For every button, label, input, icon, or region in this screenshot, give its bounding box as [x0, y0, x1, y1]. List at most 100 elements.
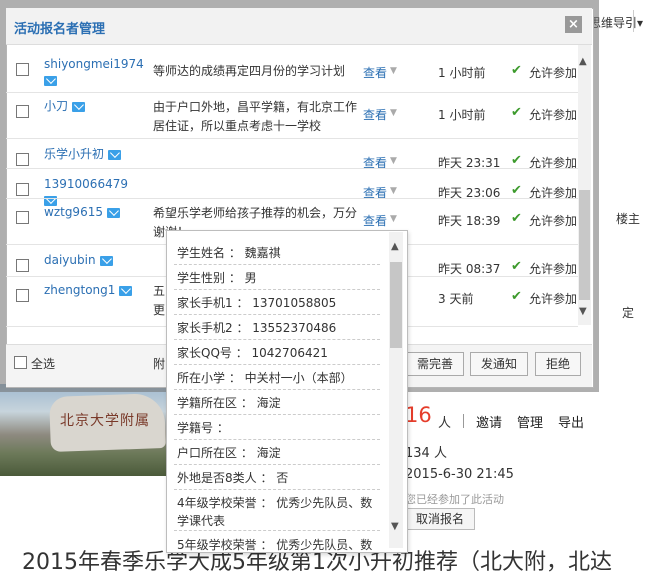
student-info-field: 5年级学校荣誉 ： 优秀少先队员、数 [177, 538, 373, 552]
participant-name-text[interactable]: wztg9615 [44, 205, 103, 219]
student-info-field: 家长手机2 ： 13552370486 [177, 321, 337, 335]
participant-name[interactable]: 乐学小升初 [44, 146, 144, 162]
manage-link[interactable]: 管理 [517, 412, 543, 431]
check-icon: ✔ [511, 63, 522, 78]
participant-name-text[interactable]: zhengtong1 [44, 283, 115, 297]
row-divider [6, 92, 578, 93]
participant-name-text[interactable]: 乐学小升初 [44, 147, 104, 161]
participant-name[interactable]: daiyubin [44, 252, 144, 268]
popup-scroll-up-icon[interactable]: ▲ [391, 241, 399, 252]
scroll-down-icon[interactable]: ▼ [579, 306, 587, 317]
select-all-checkbox[interactable] [14, 356, 27, 369]
mail-icon[interactable] [108, 149, 122, 160]
joined-note: 您已经参加了此活动 [405, 493, 504, 506]
list-scrollbar-thumb[interactable] [579, 190, 590, 300]
participant-name[interactable]: 小刀 [44, 98, 144, 114]
thread-owner-label: 楼主 [616, 212, 641, 226]
signup-count: 16 [405, 403, 432, 427]
view-count: 134 人 [405, 446, 447, 461]
row-checkbox[interactable] [16, 211, 29, 224]
chevron-down-icon[interactable]: ▼ [390, 108, 397, 118]
invite-link[interactable]: 邀请 [476, 412, 502, 431]
check-icon: ✔ [511, 211, 522, 226]
participant-name-text[interactable]: shiyongmei1974 [44, 57, 144, 71]
registration-time: 昨天 18:39 [438, 214, 501, 228]
row-divider [6, 198, 578, 199]
registration-note: 由于户口外地，昌平学籍，有北京工作居住证，所以重点考虑十一学校 [153, 100, 358, 133]
event-date: 2015-6-30 21:45 [405, 467, 514, 482]
send-notice-button[interactable]: 发通知 [470, 352, 528, 376]
field-divider [174, 289, 380, 291]
need-complete-button[interactable]: 需完善 [406, 352, 464, 376]
field-divider [174, 364, 380, 366]
student-info-field: 学籍所在区 ： 海淀 [177, 396, 281, 410]
field-divider [174, 439, 380, 441]
field-divider [174, 464, 380, 466]
field-divider [174, 530, 380, 532]
student-info-field: 学生姓名 ： 魏嘉祺 [177, 246, 281, 260]
row-checkbox[interactable] [16, 183, 29, 196]
registration-note: 等师达的成绩再定四月份的学习计划 [153, 64, 346, 78]
separator [463, 414, 464, 428]
chevron-down-icon[interactable]: ▼ [390, 186, 397, 196]
participant-name[interactable]: zhengtong1 [44, 282, 144, 298]
field-divider [174, 389, 380, 391]
close-icon[interactable]: × [565, 16, 582, 33]
check-icon: ✔ [511, 259, 522, 274]
student-info-field: 4年级学校荣誉 ： 优秀少先队员、数学课代表 [177, 496, 373, 528]
export-link[interactable]: 导出 [558, 412, 584, 431]
popup-scroll-down-icon[interactable]: ▼ [391, 521, 399, 532]
participant-name[interactable]: shiyongmei1974 [44, 56, 144, 88]
field-divider [174, 414, 380, 416]
chevron-down-icon[interactable]: ▼ [390, 66, 397, 76]
mail-icon[interactable] [44, 75, 57, 86]
photo-rock-inscription: 北京大学附属 [60, 413, 150, 429]
participant-name-text[interactable]: 13910066479 [44, 177, 128, 191]
row-checkbox[interactable] [16, 105, 29, 118]
mail-icon[interactable] [119, 285, 133, 296]
truncated-text: 定 [622, 306, 635, 320]
field-divider [174, 339, 380, 341]
signup-count-unit: 人 [438, 416, 452, 431]
dialog-title: 活动报名者管理 [14, 22, 106, 37]
reject-button[interactable]: 拒绝 [535, 352, 581, 376]
footer-truncated-label: 附 [153, 357, 166, 371]
view-link[interactable]: 查看 [363, 106, 387, 123]
chevron-down-icon[interactable]: ▼ [390, 214, 397, 224]
cancel-signup-button[interactable]: 取消报名 [405, 508, 475, 530]
mail-icon[interactable] [106, 207, 120, 218]
mail-icon[interactable] [72, 101, 86, 112]
row-checkbox[interactable] [16, 153, 29, 166]
row-divider [6, 138, 578, 139]
registration-time: 昨天 08:37 [438, 262, 501, 276]
check-icon: ✔ [511, 105, 522, 120]
student-info-field: 学生性别 ： 男 [177, 271, 257, 285]
chevron-down-icon[interactable]: ▼ [390, 156, 397, 166]
check-icon: ✔ [511, 153, 522, 168]
student-info-field: 学籍号 ： [177, 421, 229, 435]
registration-time: 1 小时前 [438, 66, 486, 80]
mail-icon[interactable] [99, 255, 113, 266]
registration-time: 3 天前 [438, 292, 474, 306]
student-info-field: 外地是否8类人 ： 否 [177, 471, 289, 485]
row-checkbox[interactable] [16, 289, 29, 302]
scroll-up-icon[interactable]: ▲ [579, 56, 587, 67]
status-allowed: 允许参加 [529, 66, 578, 80]
status-allowed: 允许参加 [529, 108, 578, 122]
participant-name[interactable]: wztg9615 [44, 204, 144, 220]
student-info-field: 所在小学 ： 中关村一小（本部） [177, 371, 353, 385]
row-checkbox[interactable] [16, 63, 29, 76]
participant-name-text[interactable]: 小刀 [44, 99, 68, 113]
field-divider [174, 264, 380, 266]
participant-name-text[interactable]: daiyubin [44, 253, 96, 267]
student-info-field: 户口所在区 ： 海淀 [177, 446, 281, 460]
view-link[interactable]: 查看 [363, 64, 387, 81]
row-divider [6, 168, 578, 169]
row-checkbox[interactable] [16, 259, 29, 272]
nav-separator [633, 10, 634, 32]
registration-time: 1 小时前 [438, 108, 486, 122]
view-link[interactable]: 查看 [363, 212, 387, 229]
status-allowed: 允许参加 [529, 214, 578, 228]
popup-scrollbar-thumb[interactable] [390, 262, 402, 348]
status-allowed: 允许参加 [529, 292, 578, 306]
